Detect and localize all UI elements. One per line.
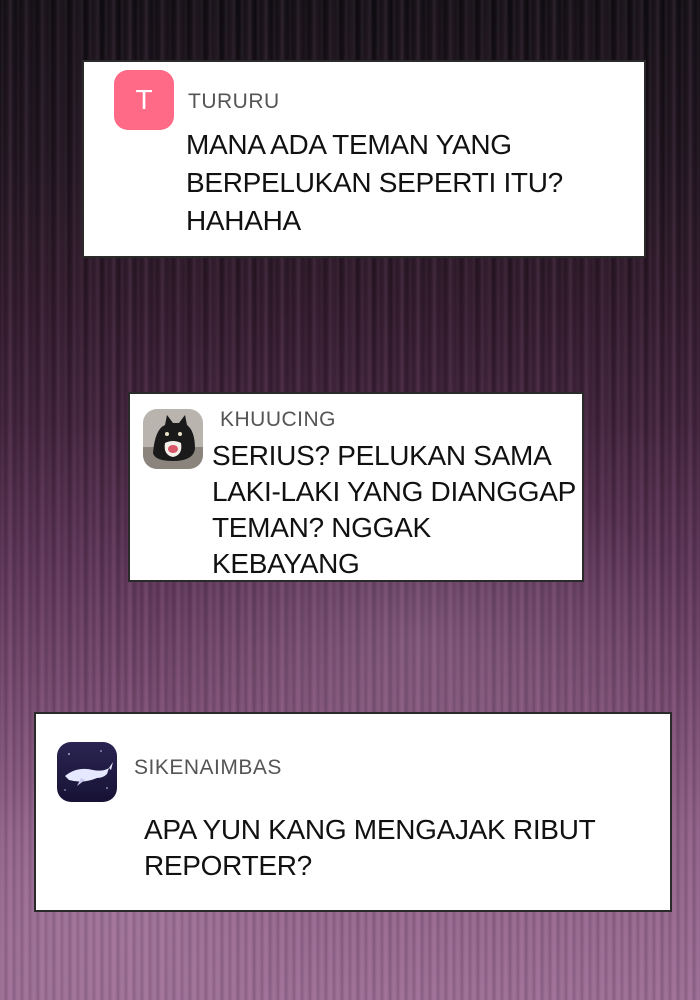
whale-icon xyxy=(57,742,117,802)
comment-text: MANA ADA TEMAN YANG BERPELUKAN SEPERTI I… xyxy=(186,129,563,236)
comment-card: T TURURU MANA ADA TEMAN YANG BERPELUKAN … xyxy=(82,60,646,258)
username[interactable]: SIKENAIMBAS xyxy=(134,756,282,780)
username[interactable]: TURURU xyxy=(188,90,280,114)
comment-text: SERIUS? PELUKAN SAMA LAKI-LAKI YANG DIAN… xyxy=(212,440,576,579)
cat-icon xyxy=(143,409,203,469)
avatar[interactable]: T xyxy=(114,70,174,130)
avatar-letter: T xyxy=(135,84,153,115)
comment-card: KHUUCING SERIUS? PELUKAN SAMA LAKI-LAKI … xyxy=(128,392,584,582)
comment-card: SIKENAIMBAS APA YUN KANG MENGAJAK RIBUT … xyxy=(34,712,672,912)
cat-photo-avatar[interactable] xyxy=(143,409,203,469)
comment-text: APA YUN KANG MENGAJAK RIBUT REPORTER? xyxy=(144,814,596,881)
whale-avatar[interactable] xyxy=(57,742,117,802)
username[interactable]: KHUUCING xyxy=(220,408,336,432)
